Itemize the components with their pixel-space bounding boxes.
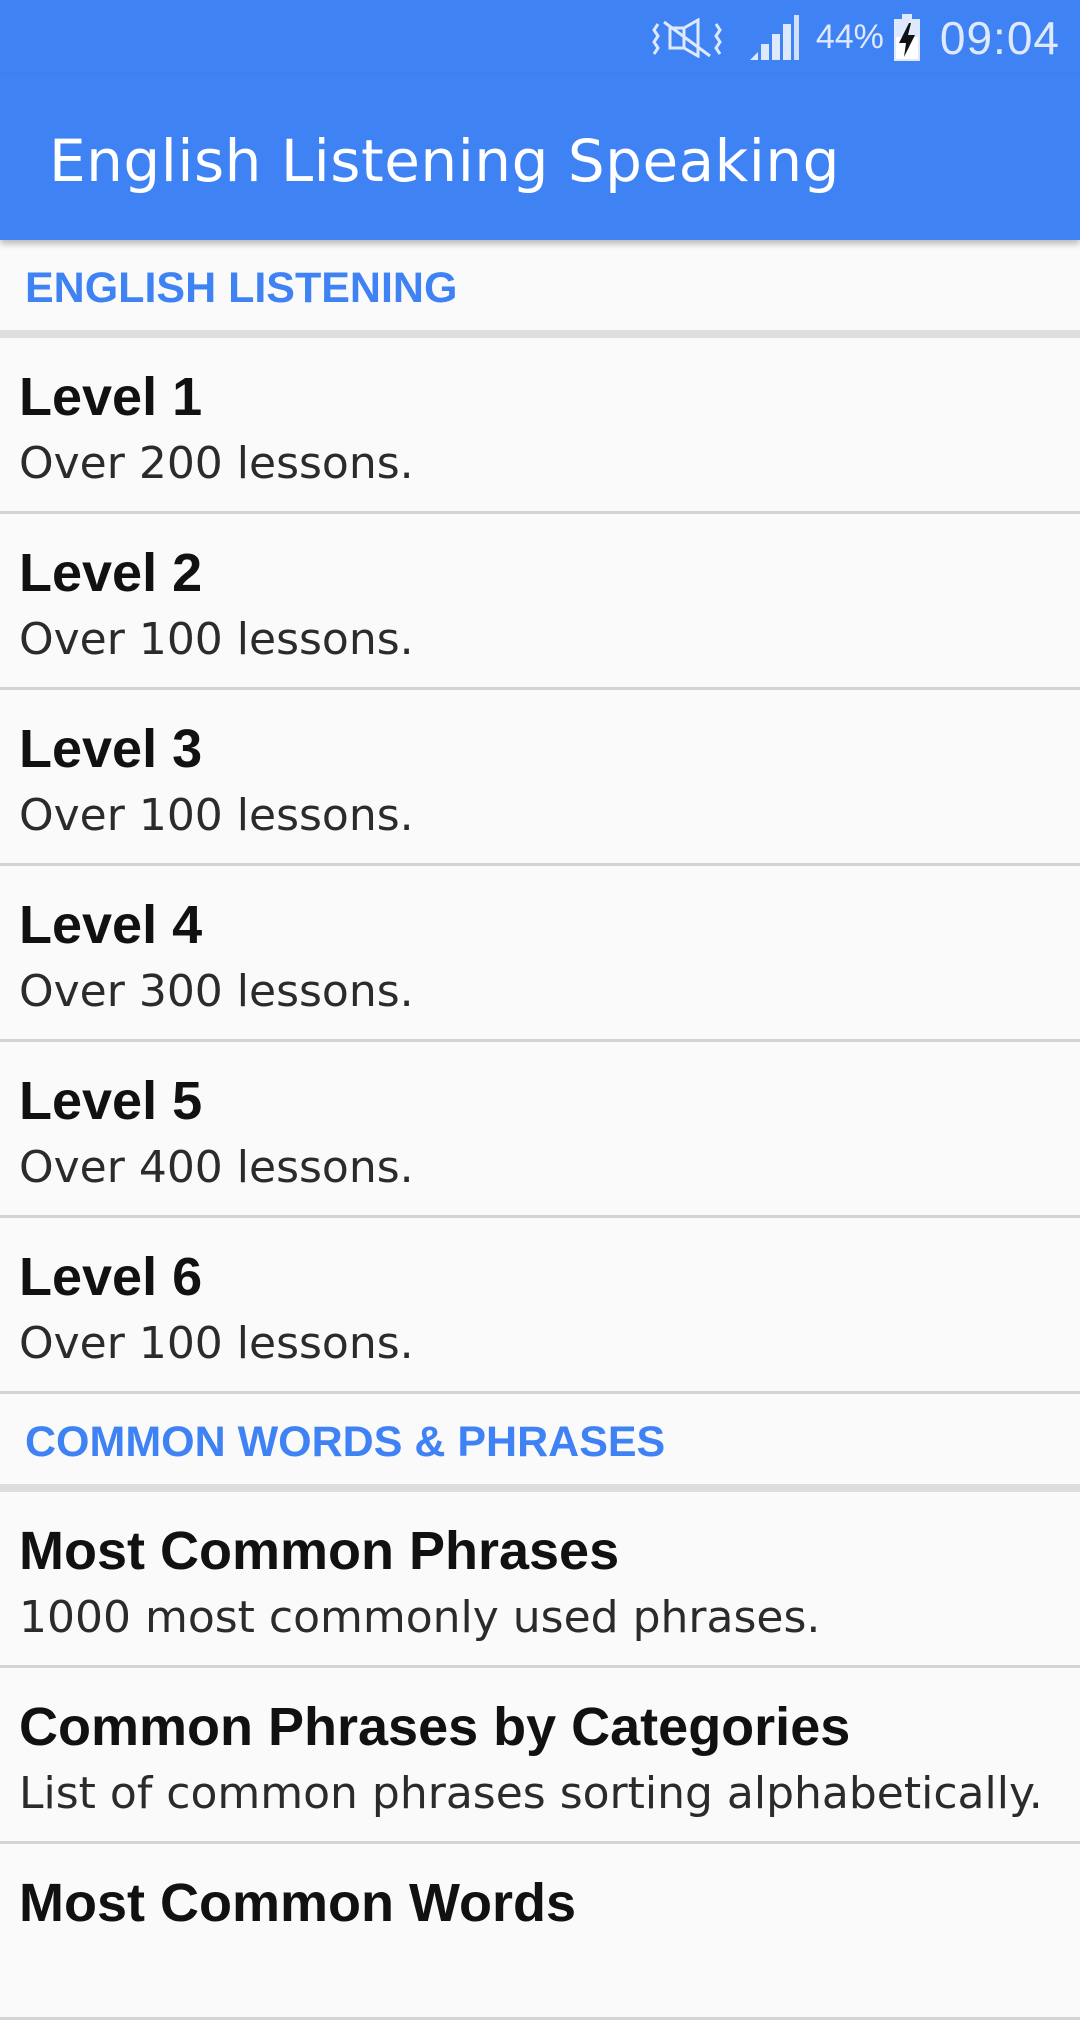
list-item-subtitle: 1000 most commonly used phrases. [19,1592,821,1643]
list-item-title: Level 1 [19,367,203,427]
list-item-title: Level 3 [19,719,203,779]
list-item-subtitle: Over 200 lessons. [19,438,414,489]
list-item-title: Level 6 [19,1247,203,1307]
list-item-title: Most Common Phrases [19,1521,620,1581]
list-item-level-4[interactable]: Level 4 Over 300 lessons. [0,866,1080,1042]
section-header-common-words-phrases: COMMON WORDS & PHRASES [0,1394,1080,1492]
list-item-title: Most Common Words [19,1873,576,1933]
list-item-subtitle: Over 100 lessons. [19,1318,414,1369]
list-item-subtitle: List of common phrases sorting alphabeti… [19,1768,1043,1819]
app-bar: English Listening Speaking [0,75,1080,240]
section-header-label: ENGLISH LISTENING [25,264,458,312]
section-header-english-listening: ENGLISH LISTENING [0,240,1080,338]
list-item-level-3[interactable]: Level 3 Over 100 lessons. [0,690,1080,866]
list-item-subtitle: Over 100 lessons. [19,790,414,841]
status-bar: 44% 09:04 [0,0,1080,75]
signal-icon [748,14,800,62]
list-item-title: Level 2 [19,543,203,603]
list-item-level-1[interactable]: Level 1 Over 200 lessons. [0,338,1080,514]
list-item-level-6[interactable]: Level 6 Over 100 lessons. [0,1218,1080,1394]
section-header-label: COMMON WORDS & PHRASES [25,1418,666,1466]
list-item-title: Level 5 [19,1071,203,1131]
list-item-common-phrases-by-categories[interactable]: Common Phrases by Categories List of com… [0,1668,1080,1844]
battery-charging-icon [892,13,922,63]
list-item-subtitle: Over 100 lessons. [19,614,414,665]
list-item-most-common-words[interactable]: Most Common Words [0,1844,1080,2020]
list-item-title: Common Phrases by Categories [19,1697,851,1757]
list-item-level-2[interactable]: Level 2 Over 100 lessons. [0,514,1080,690]
battery-percent: 44% [815,18,884,56]
list-item-most-common-phrases[interactable]: Most Common Phrases 1000 most commonly u… [0,1492,1080,1668]
list-item-subtitle: Over 300 lessons. [19,966,414,1017]
list-item-subtitle: Over 400 lessons. [19,1142,414,1193]
list-item-level-5[interactable]: Level 5 Over 400 lessons. [0,1042,1080,1218]
app-title: English Listening Speaking [49,127,840,195]
clock: 09:04 [939,11,1060,64]
main-list: ENGLISH LISTENING Level 1 Over 200 lesso… [0,240,1080,2020]
mute-vibrate-icon [652,17,722,58]
list-item-title: Level 4 [19,895,203,955]
